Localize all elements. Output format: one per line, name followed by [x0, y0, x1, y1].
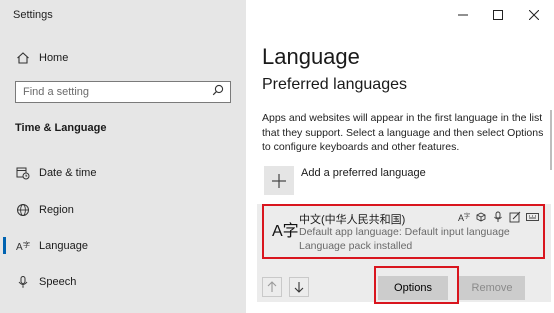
sidebar: Settings Home Time & Language Date & tim… [0, 0, 246, 313]
search-box[interactable] [15, 81, 231, 103]
home-label: Home [39, 52, 69, 64]
search-input[interactable] [23, 86, 193, 98]
search-icon[interactable] [212, 83, 224, 101]
sidebar-item-label: Language [39, 240, 88, 252]
move-up-button[interactable] [262, 277, 282, 297]
calendar-clock-icon [15, 165, 31, 181]
svg-text:字: 字 [464, 212, 470, 220]
move-down-button[interactable] [289, 277, 309, 297]
window-title: Settings [13, 9, 53, 21]
arrow-up-icon [267, 281, 277, 292]
sidebar-item-label: Region [39, 204, 74, 216]
options-button[interactable]: Options [378, 276, 448, 300]
svg-text:A: A [16, 242, 23, 253]
display-language-icon: A字 [457, 211, 471, 223]
home-nav-item[interactable]: Home [15, 50, 68, 66]
globe-icon [15, 202, 31, 218]
section-title: Time & Language [15, 122, 107, 134]
page-title: Language [262, 44, 360, 69]
sidebar-item-label: Date & time [39, 167, 97, 179]
minimize-button[interactable] [452, 5, 474, 25]
close-button[interactable] [523, 5, 545, 25]
language-feature-icons: A字 [457, 211, 539, 223]
sidebar-item-language[interactable]: A字 Language [15, 238, 88, 254]
language-card: A字 中文(中华人民共和国) Default app language: Def… [257, 204, 551, 304]
description-text: Apps and websites will appear in the fir… [262, 112, 544, 153]
language-status-line: Default app language: Default input lang… [299, 226, 510, 238]
maximize-button[interactable] [487, 5, 509, 25]
language-status-line: Language pack installed [299, 240, 413, 252]
keyboard-icon [525, 211, 539, 223]
svg-text:字: 字 [23, 240, 30, 249]
section-heading: Preferred languages [262, 76, 407, 93]
home-icon [15, 50, 31, 66]
sidebar-item-region[interactable]: Region [15, 202, 74, 218]
language-item-chinese[interactable]: A字 中文(中华人民共和国) Default app language: Def… [262, 204, 545, 259]
plus-icon [272, 173, 286, 188]
arrow-down-icon [294, 282, 304, 293]
main-panel: Language Preferred languages Apps and we… [246, 0, 554, 313]
language-name: 中文(中华人民共和国) [299, 214, 406, 226]
microphone-icon [15, 274, 31, 290]
add-language-label[interactable]: Add a preferred language [301, 167, 426, 179]
microphone-icon [491, 211, 505, 223]
scrollbar[interactable] [550, 110, 552, 170]
sidebar-item-label: Speech [39, 276, 77, 288]
remove-button[interactable]: Remove [459, 276, 525, 300]
add-language-button[interactable] [264, 166, 294, 195]
sidebar-item-speech[interactable]: Speech [15, 274, 76, 290]
language-glyph-icon: A字 [272, 223, 299, 240]
sidebar-item-date-time[interactable]: Date & time [15, 165, 96, 181]
active-indicator [3, 237, 6, 254]
speech-icon [474, 211, 488, 223]
handwriting-icon [508, 211, 522, 223]
language-icon: A字 [15, 238, 31, 254]
